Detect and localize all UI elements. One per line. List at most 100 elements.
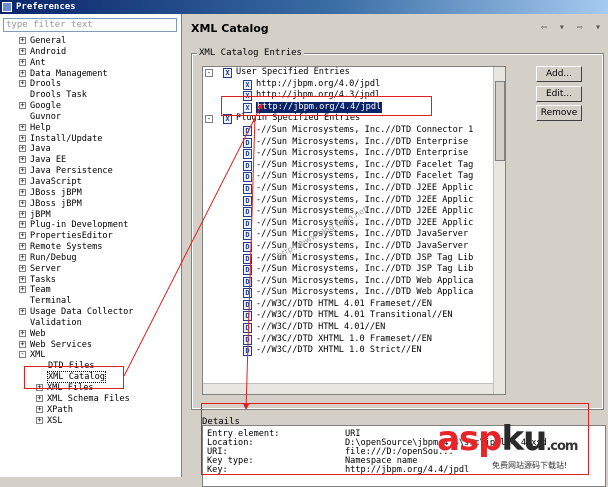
- expand-icon[interactable]: +: [19, 37, 26, 44]
- scroll-thumb[interactable]: [495, 81, 505, 161]
- expand-icon[interactable]: +: [19, 156, 26, 164]
- expand-icon[interactable]: +: [19, 253, 26, 261]
- tree-item[interactable]: + Tasks: [0, 275, 182, 286]
- catalog-entry[interactable]: D -//Sun Microsystems, Inc.//DTD J2EE App…: [203, 195, 505, 207]
- tree-item[interactable]: + Usage Data Collector: [0, 307, 182, 318]
- catalog-entries-tree[interactable]: - X User Specified Entries Xhttp://jbpm.org…: [202, 66, 506, 395]
- catalog-entry[interactable]: D -//Sun Microsystems, Inc.//DTD JSP Tag …: [203, 264, 505, 276]
- expand-icon[interactable]: +: [19, 221, 26, 229]
- tree-item[interactable]: + XML Files: [0, 383, 182, 394]
- catalog-entry[interactable]: D -//Sun Microsystems, Inc.//DTD J2EE App…: [203, 183, 505, 195]
- catalog-entry[interactable]: D -//Sun Microsystems, Inc.//DTD JavaServ…: [203, 241, 505, 253]
- tree-item[interactable]: + XML Schema Files: [0, 394, 182, 405]
- expand-icon[interactable]: +: [19, 199, 26, 207]
- expand-icon[interactable]: +: [19, 210, 26, 218]
- tree-item[interactable]: + Remote Systems: [0, 242, 182, 253]
- expand-icon[interactable]: +: [19, 102, 26, 110]
- tree-item[interactable]: + JBoss jBPM: [0, 199, 182, 210]
- expand-icon[interactable]: +: [19, 80, 26, 88]
- tree-item[interactable]: Terminal: [0, 296, 182, 307]
- expand-icon[interactable]: +: [36, 405, 43, 413]
- tree-item[interactable]: + XSL: [0, 416, 182, 427]
- tree-item[interactable]: + Ant: [0, 58, 182, 69]
- expand-icon[interactable]: +: [36, 416, 43, 424]
- catalog-entry[interactable]: D -//W3C//DTD HTML 4.01 Frameset//EN: [203, 299, 505, 311]
- tree-item[interactable]: + Plug-in Development: [0, 220, 182, 231]
- catalog-entry[interactable]: Xhttp://jbpm.org/4.0/jpdl: [203, 79, 505, 91]
- tree-item[interactable]: + Server: [0, 264, 182, 275]
- tree-item[interactable]: + JBoss jBPM: [0, 188, 182, 199]
- expand-icon[interactable]: +: [19, 232, 26, 240]
- vertical-scrollbar[interactable]: [493, 67, 505, 394]
- tree-item[interactable]: + JavaScript: [0, 177, 182, 188]
- collapse-icon[interactable]: -: [19, 351, 26, 359]
- expand-icon[interactable]: +: [19, 58, 26, 66]
- catalog-entry[interactable]: D -//W3C//DTD XHTML 1.0 Frameset//EN: [203, 334, 505, 346]
- expand-icon[interactable]: +: [19, 308, 26, 316]
- catalog-entry[interactable]: D -//Sun Microsystems, Inc.//DTD Web Appl…: [203, 276, 505, 288]
- expand-icon[interactable]: +: [19, 243, 26, 251]
- tree-item[interactable]: + Java: [0, 144, 182, 155]
- catalog-entry[interactable]: D -//Sun Microsystems, Inc.//DTD Connecto…: [203, 125, 505, 137]
- tree-item[interactable]: XML Catalog: [0, 371, 182, 384]
- history-navigation[interactable]: ⇦ ▾ ⇨ ▾: [541, 22, 604, 33]
- catalog-entry[interactable]: D -//Sun Microsystems, Inc.//DTD Enterpri…: [203, 148, 505, 160]
- remove-button[interactable]: Remove: [536, 105, 582, 121]
- tree-item[interactable]: + Android: [0, 47, 182, 58]
- catalog-entry[interactable]: D -//Sun Microsystems, Inc.//DTD Web Appl…: [203, 287, 505, 299]
- horizontal-scrollbar[interactable]: [203, 383, 493, 394]
- expand-icon[interactable]: +: [19, 264, 26, 272]
- expand-icon[interactable]: +: [19, 329, 26, 337]
- tree-item[interactable]: + jBPM: [0, 210, 182, 221]
- tree-item[interactable]: - XML: [0, 350, 182, 361]
- catalog-entry[interactable]: D -//W3C//DTD XHTML 1.0 Strict//EN: [203, 345, 505, 357]
- expand-icon[interactable]: +: [19, 275, 26, 283]
- expand-icon[interactable]: +: [19, 47, 26, 55]
- tree-item[interactable]: + Help: [0, 123, 182, 134]
- tree-item[interactable]: + Run/Debug: [0, 253, 182, 264]
- catalog-entry[interactable]: D -//Sun Microsystems, Inc.//DTD Facelet …: [203, 160, 505, 172]
- expand-icon[interactable]: +: [19, 188, 26, 196]
- tree-item[interactable]: + Java Persistence: [0, 166, 182, 177]
- tree-item[interactable]: Validation: [0, 318, 182, 329]
- expand-icon[interactable]: +: [19, 69, 26, 77]
- tree-item[interactable]: + Install/Update: [0, 134, 182, 145]
- expand-icon[interactable]: +: [19, 145, 26, 153]
- tree-item[interactable]: + Web: [0, 329, 182, 340]
- tree-item[interactable]: + Team: [0, 285, 182, 296]
- catalog-entry[interactable]: D -//Sun Microsystems, Inc.//DTD JSP Tag …: [203, 253, 505, 265]
- catalog-entry[interactable]: Xhttp://jbpm.org/4.4/jpdl: [203, 101, 505, 114]
- tree-item[interactable]: + PropertiesEditor: [0, 231, 182, 242]
- catalog-entry[interactable]: D -//W3C//DTD HTML 4.01//EN: [203, 322, 505, 334]
- edit-button[interactable]: Edit...: [536, 86, 582, 102]
- catalog-entry[interactable]: - X User Specified Entries: [203, 67, 505, 79]
- catalog-entry[interactable]: Xhttp://jbpm.org/4.3/jpdl: [203, 90, 505, 102]
- tree-item[interactable]: Guvnor: [0, 112, 182, 123]
- expand-icon[interactable]: +: [19, 134, 26, 142]
- expand-icon[interactable]: +: [19, 340, 26, 348]
- tree-item[interactable]: DTD Files: [0, 361, 182, 372]
- tree-item[interactable]: + Web Services: [0, 340, 182, 351]
- tree-item[interactable]: + Drools: [0, 79, 182, 90]
- expand-icon[interactable]: +: [19, 286, 26, 294]
- collapse-icon[interactable]: -: [205, 69, 213, 77]
- tree-item[interactable]: Drools Task: [0, 90, 182, 101]
- filter-input[interactable]: type filter text: [3, 18, 177, 32]
- catalog-entry[interactable]: D -//Sun Microsystems, Inc.//DTD Enterpri…: [203, 137, 505, 149]
- catalog-entry[interactable]: D -//Sun Microsystems, Inc.//DTD JavaServ…: [203, 229, 505, 241]
- add-button[interactable]: Add...: [536, 66, 582, 82]
- expand-icon[interactable]: +: [36, 394, 43, 402]
- expand-icon[interactable]: +: [19, 167, 26, 175]
- catalog-entry[interactable]: D -//W3C//DTD HTML 4.01 Transitional//EN: [203, 310, 505, 322]
- tree-item[interactable]: + Java EE: [0, 155, 182, 166]
- tree-item[interactable]: + XPath: [0, 405, 182, 416]
- expand-icon[interactable]: +: [19, 123, 26, 131]
- catalog-entry[interactable]: - X Plugin Specified Entries: [203, 113, 505, 125]
- tree-item[interactable]: + Data Management: [0, 69, 182, 80]
- expand-icon[interactable]: +: [36, 384, 43, 391]
- catalog-entry[interactable]: D -//Sun Microsystems, Inc.//DTD Facelet …: [203, 171, 505, 183]
- tree-item[interactable]: + General: [0, 36, 182, 47]
- tree-item[interactable]: + Google: [0, 101, 182, 112]
- expand-icon[interactable]: +: [19, 177, 26, 185]
- collapse-icon[interactable]: -: [205, 115, 213, 124]
